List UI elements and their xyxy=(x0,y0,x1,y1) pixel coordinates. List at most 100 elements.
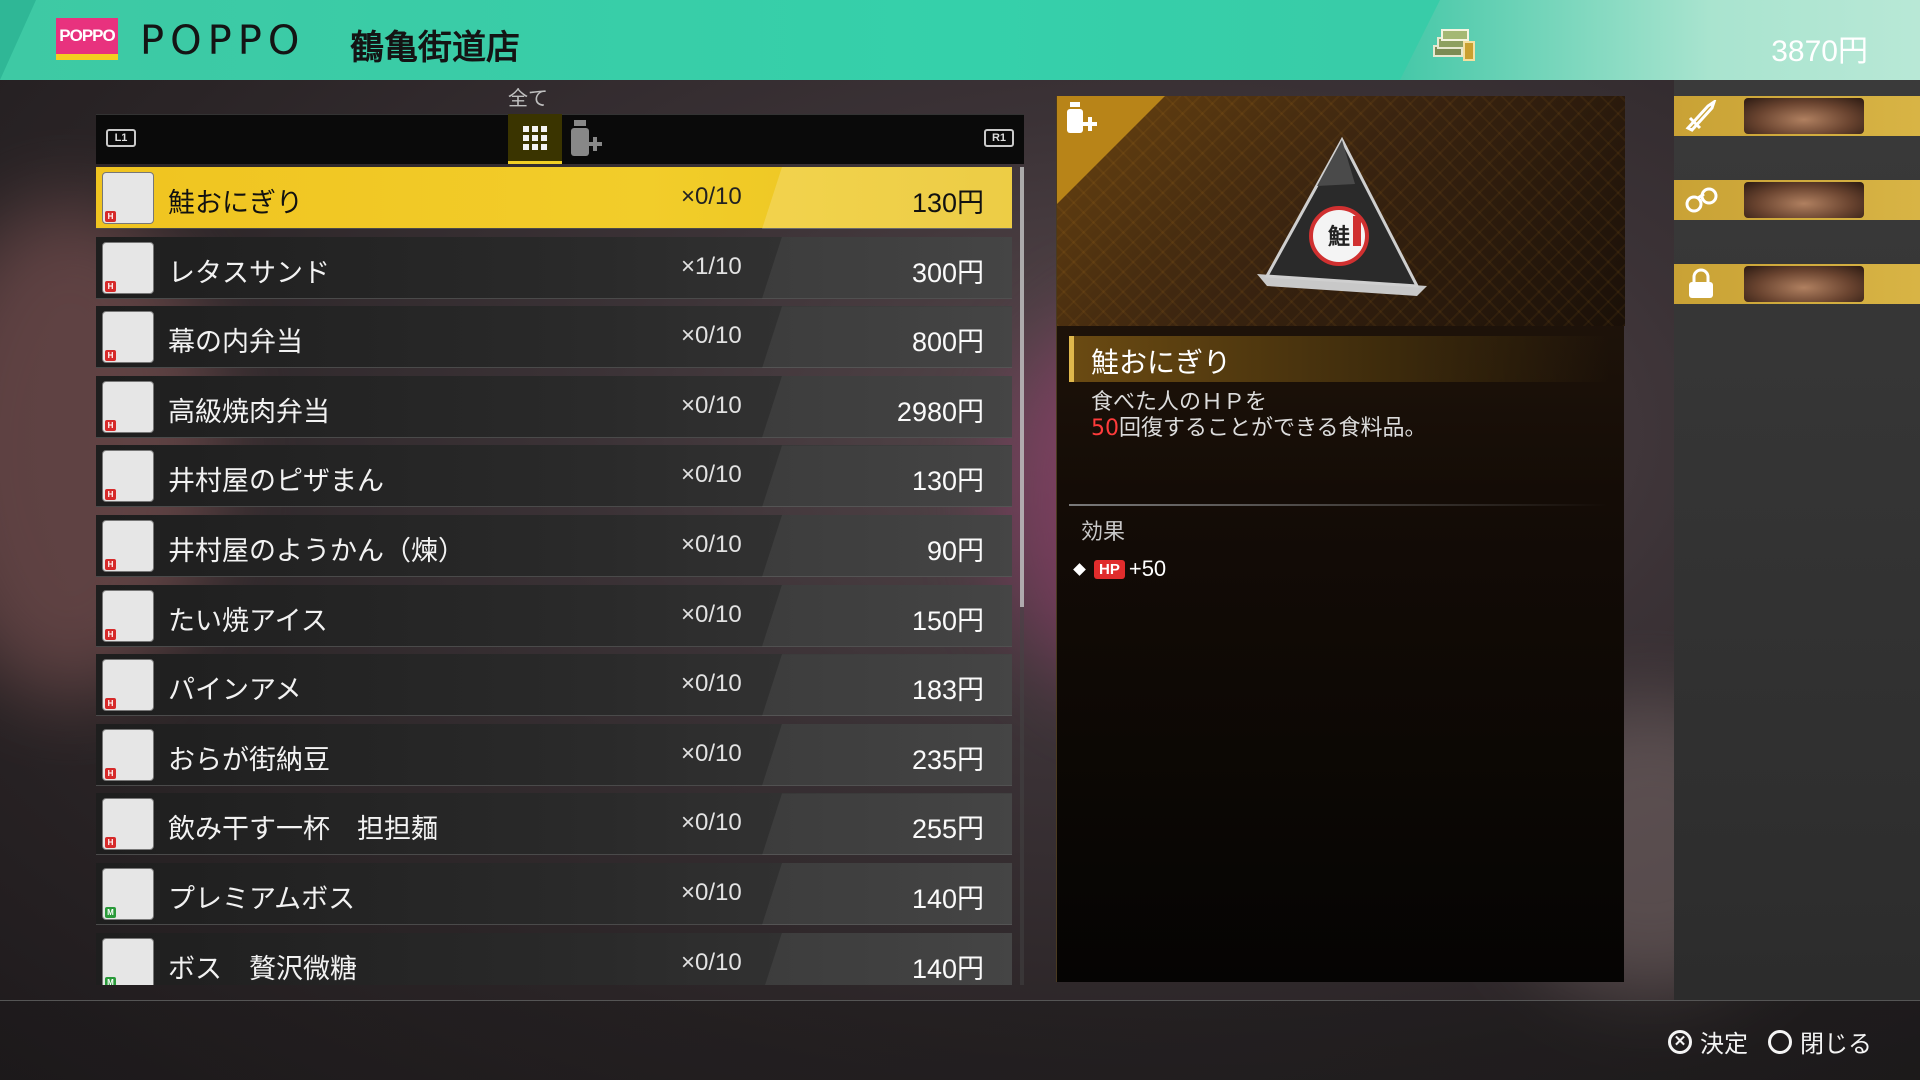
item-quantity: ×0/10 xyxy=(681,670,742,698)
item-list: H 鮭おにぎり ×0/10 130円 H レタスサンド ×1/10 300円 H 幕の内弁当 ×0/… xyxy=(96,167,1012,985)
item-price: 235円 xyxy=(911,744,984,775)
effect-row: HP +50 xyxy=(1073,556,1167,582)
item-tag-badge: H xyxy=(105,280,116,292)
l1-button-hint[interactable]: L1 xyxy=(106,129,136,147)
item-row[interactable]: H 幕の内弁当 ×0/10 800円 xyxy=(96,306,1012,369)
item-quantity: ×0/10 xyxy=(681,461,742,489)
close-label: 閉じる xyxy=(1800,1030,1872,1058)
close-hint[interactable]: 閉じる xyxy=(1768,1024,1872,1059)
item-row[interactable]: H おらが街納豆 ×0/10 235円 xyxy=(96,723,1012,786)
hp-badge: HP xyxy=(1094,559,1125,579)
party-member-portrait xyxy=(1744,98,1864,134)
item-name: おらが街納豆 xyxy=(168,744,330,776)
hp-amount-highlight: 50 xyxy=(1091,416,1119,441)
money-display: 3870円 xyxy=(1771,35,1868,68)
item-row[interactable]: H 鮭おにぎり ×0/10 130円 xyxy=(96,167,1012,229)
item-price: 130円 xyxy=(911,466,984,497)
item-quantity: ×0/10 xyxy=(681,391,742,419)
recovery-item-icon xyxy=(1067,102,1097,133)
item-name: 高級焼肉弁当 xyxy=(168,396,330,428)
diamond-bullet-icon xyxy=(1073,562,1086,576)
cross-button-icon: ✕ xyxy=(1668,1029,1692,1054)
item-tag-badge: H xyxy=(105,698,116,710)
description-line-2: 50回復することができる食料品。 xyxy=(1091,416,1427,441)
item-price: 90円 xyxy=(926,535,984,566)
item-price: 140円 xyxy=(911,883,984,914)
item-price: 300円 xyxy=(911,257,984,288)
item-name: 井村屋のようかん（煉） xyxy=(168,535,465,567)
item-row[interactable]: H たい焼アイス ×0/10 150円 xyxy=(96,584,1012,647)
store-logo: POPPO xyxy=(56,18,118,60)
item-row[interactable]: H レタスサンド ×1/10 300円 xyxy=(96,236,1012,299)
r1-button-hint[interactable]: R1 xyxy=(984,129,1014,147)
item-tag-badge: H xyxy=(105,489,116,501)
item-quantity: ×1/10 xyxy=(681,252,742,280)
item-name: 幕の内弁当 xyxy=(168,327,303,359)
store-brand: POPPO xyxy=(140,18,306,64)
grid-icon xyxy=(523,125,547,150)
party-member-1[interactable] xyxy=(1674,96,1920,136)
party-member-2[interactable] xyxy=(1674,180,1920,220)
party-panel xyxy=(1674,80,1920,1000)
item-tag-badge: H xyxy=(105,350,116,362)
item-row[interactable]: H 井村屋のようかん（煉） ×0/10 90円 xyxy=(96,514,1012,577)
item-price: 255円 xyxy=(911,814,984,845)
scrollbar-thumb[interactable] xyxy=(1020,167,1024,607)
item-price: 800円 xyxy=(911,327,984,358)
money-stack-icon xyxy=(1433,29,1475,61)
detail-description: 食べた人のＨＰを 50回復することができる食料品。 xyxy=(1091,390,1591,442)
item-quantity: ×0/10 xyxy=(681,322,742,350)
party-member-portrait xyxy=(1744,182,1864,218)
item-name: 飲み干す一杯 担担麺 xyxy=(168,814,438,846)
item-quantity: ×0/10 xyxy=(681,530,742,558)
item-name: ボス 贅沢微糖 xyxy=(168,953,357,985)
handcuffs-icon xyxy=(1685,187,1718,213)
svg-text:鮭: 鮭 xyxy=(1328,225,1350,250)
tab-all[interactable] xyxy=(508,114,562,164)
onigiri-image: 鮭 xyxy=(1257,136,1427,296)
item-quantity: ×0/10 xyxy=(681,878,742,906)
store-name: 鶴亀街道店 xyxy=(350,28,520,68)
confirm-label: 決定 xyxy=(1700,1030,1748,1058)
item-name: たい焼アイス xyxy=(168,605,328,637)
circle-button-icon xyxy=(1768,1029,1792,1054)
lock-icon xyxy=(1689,268,1713,298)
description-line-1: 食べた人のＨＰを xyxy=(1091,390,1268,415)
item-tag-badge: M xyxy=(105,906,116,918)
item-tag-badge: M xyxy=(105,976,116,985)
category-label: 全て xyxy=(508,86,548,110)
item-tag-badge: H xyxy=(105,628,116,640)
item-row[interactable]: H 高級焼肉弁当 ×0/10 2980円 xyxy=(96,375,1012,438)
item-row[interactable]: M ボス 贅沢微糖 ×0/10 140円 xyxy=(96,932,1012,985)
item-quantity: ×0/10 xyxy=(681,739,742,767)
recovery-bottle-icon[interactable] xyxy=(568,118,608,162)
item-row[interactable]: H 井村屋のピザまん ×0/10 130円 xyxy=(96,445,1012,508)
effect-label: 効果 xyxy=(1081,520,1126,545)
item-name: レタスサンド xyxy=(168,257,330,289)
item-quantity: ×0/10 xyxy=(681,600,742,628)
item-detail-panel: 鮭 鮭おにぎり 食べた人のＨＰを 50回復することができる食料品。 効果 HP … xyxy=(1056,96,1625,982)
item-name: パインアメ xyxy=(168,675,302,707)
item-row[interactable]: M プレミアムボス ×0/10 140円 xyxy=(96,862,1012,925)
detail-item-name: 鮭おにぎり xyxy=(1091,346,1232,379)
item-tag-badge: H xyxy=(105,558,116,570)
item-row[interactable]: H 飲み干す一杯 担担麺 ×0/10 255円 xyxy=(96,793,1012,856)
item-row[interactable]: H パインアメ ×0/10 183円 xyxy=(96,654,1012,717)
item-price: 183円 xyxy=(911,675,984,706)
item-tag-badge: H xyxy=(105,419,116,431)
item-price: 150円 xyxy=(911,605,984,636)
sword-icon xyxy=(1685,100,1717,132)
item-tag-badge: H xyxy=(105,837,116,849)
item-price: 130円 xyxy=(911,188,984,218)
effect-value: +50 xyxy=(1128,556,1167,581)
party-member-portrait xyxy=(1744,266,1864,302)
item-quantity: ×0/10 xyxy=(681,183,742,210)
item-name: プレミアムボス xyxy=(168,883,356,915)
item-price: 2980円 xyxy=(896,396,984,427)
item-quantity: ×0/10 xyxy=(681,809,742,837)
item-name: 井村屋のピザまん xyxy=(168,466,384,498)
item-quantity: ×0/10 xyxy=(681,948,742,976)
party-member-3[interactable] xyxy=(1674,264,1920,304)
confirm-hint[interactable]: ✕ 決定 xyxy=(1668,1024,1748,1059)
item-tag-badge: H xyxy=(105,211,116,222)
